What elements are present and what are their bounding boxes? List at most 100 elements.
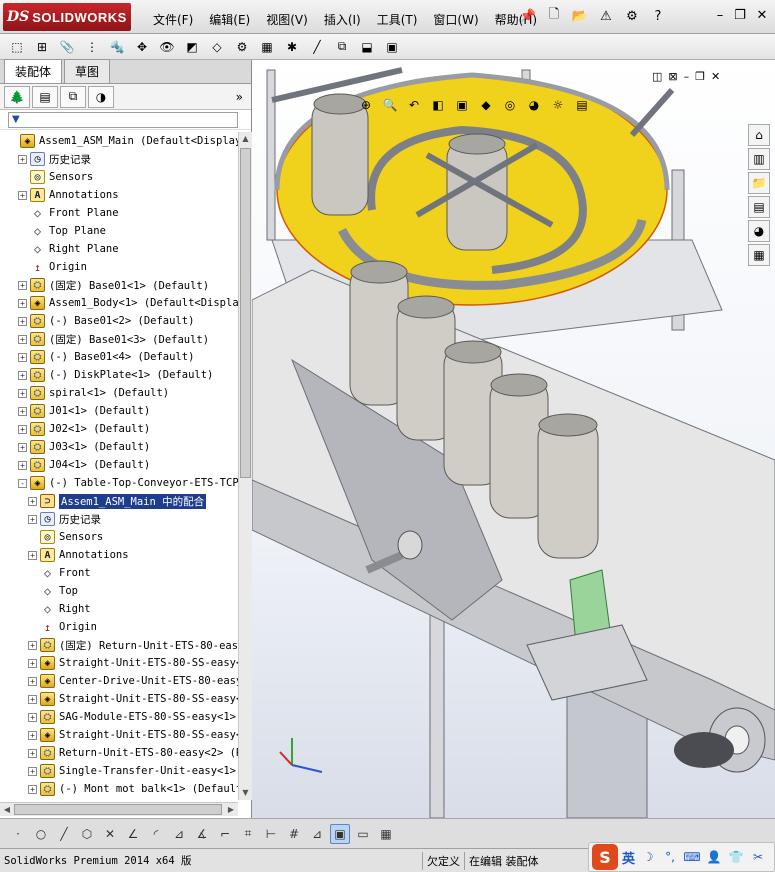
configuration-manager-icon[interactable]: ⧉ (60, 85, 86, 108)
section-view-icon[interactable]: ◧ (428, 95, 448, 115)
feature-manager-tree-icon[interactable]: 🌲 (4, 85, 30, 108)
tree-item[interactable]: ◈ Assem1_ASM_Main (Default<Display S (8, 132, 238, 150)
scroll-left-icon[interactable]: ◀ (0, 803, 14, 816)
scroll-right-icon[interactable]: ▶ (224, 803, 238, 816)
keyboard-icon[interactable]: ⌨ (683, 850, 701, 864)
expand-icon[interactable]: + (18, 352, 27, 362)
expand-icon[interactable]: + (18, 424, 27, 434)
tab-assembly[interactable]: 装配体 (4, 59, 63, 83)
tree-item[interactable]: + ⛭ (固定) Base01<1> (Default) (18, 276, 209, 294)
table-icon[interactable]: ▦ (376, 824, 396, 844)
expand-icon[interactable]: + (28, 766, 37, 776)
appearances-icon[interactable]: ◕ (748, 220, 770, 242)
tab-sketch[interactable]: 草图 (64, 59, 111, 83)
tree-item[interactable]: ◎ Sensors (28, 528, 103, 546)
more-tabs-icon[interactable]: » (236, 90, 243, 104)
tree-item[interactable]: ◇ Top Plane (18, 222, 106, 240)
tree-item[interactable]: + ◈ Straight-Unit-ETS-80-SS-easy< (28, 726, 238, 744)
corner-icon[interactable]: ⌐ (215, 824, 235, 844)
previous-view-icon[interactable]: ↶ (404, 95, 424, 115)
tree-item[interactable]: + ⛭ (固定) Base01<3> (Default) (18, 330, 209, 348)
tree-item[interactable]: + A Annotations (28, 546, 129, 564)
viewport-restore-icon[interactable]: ❐ (695, 70, 705, 83)
expand-icon[interactable]: + (28, 658, 37, 668)
arc-icon[interactable]: ◜ (146, 824, 166, 844)
file-explorer-icon[interactable]: 📁 (748, 172, 770, 194)
custom-properties-icon[interactable]: ▦ (748, 244, 770, 266)
dimension-icon[interactable]: ⊢ (261, 824, 281, 844)
zoom-to-area-icon[interactable]: 🔍 (380, 95, 400, 115)
exploded-view-icon[interactable]: ✱ (281, 36, 303, 58)
scroll-up-icon[interactable]: ▲ (239, 132, 252, 146)
expand-icon[interactable]: + (28, 496, 37, 506)
tree-item[interactable]: + ◷ 历史记录 (18, 150, 91, 168)
tree-item[interactable]: + ◈ Center-Drive-Unit-ETS-80-easy (28, 672, 238, 690)
tree-item[interactable]: + ⛭ SAG-Module-ETS-80-SS-easy<1> (28, 708, 236, 726)
tree-item[interactable]: + ⛭ (-) DiskPlate<1> (Default) (18, 366, 213, 384)
show-hidden-icon[interactable]: 👁 (156, 36, 178, 58)
expand-icon[interactable]: + (28, 784, 37, 794)
expand-icon[interactable]: + (18, 154, 27, 164)
expand-icon[interactable]: + (28, 514, 37, 524)
menu-window[interactable]: 窗口(W) (426, 9, 485, 30)
menu-file[interactable]: 文件(F) (146, 9, 200, 30)
circle-icon[interactable]: ○ (31, 824, 51, 844)
tree-item[interactable]: ◇ Front (28, 564, 91, 582)
view-palette-icon[interactable]: ▤ (748, 196, 770, 218)
tree-item[interactable]: ◇ Front Plane (18, 204, 119, 222)
sogou-logo-icon[interactable]: S (592, 844, 618, 870)
view-orientation-icon[interactable]: ▣ (452, 95, 472, 115)
interference-detection-icon[interactable]: ⧉ (331, 36, 353, 58)
assembly-features-icon[interactable]: ◩ (181, 36, 203, 58)
tree-item[interactable]: ◇ Right (28, 600, 91, 618)
expand-icon[interactable]: + (18, 334, 27, 344)
expand-icon[interactable]: + (28, 730, 37, 740)
viewport-link-icon[interactable]: ⊠ (668, 70, 677, 83)
edit-component-icon[interactable]: ⬚ (6, 36, 28, 58)
expand-icon[interactable]: + (18, 442, 27, 452)
expand-icon[interactable]: + (18, 316, 27, 326)
expand-icon[interactable]: + (28, 676, 37, 686)
insert-components-icon[interactable]: ⊞ (31, 36, 53, 58)
solidworks-resources-icon[interactable]: ⌂ (748, 124, 770, 146)
new-document-icon[interactable]: 🗋 (543, 5, 565, 27)
tree-item[interactable]: + ◈ Assem1_Body<1> (Default<Display (18, 294, 238, 312)
tree-item[interactable]: + ⛭ (固定) Return-Unit-ETS-80-eas (28, 636, 238, 654)
expand-icon[interactable]: + (28, 748, 37, 758)
tree-item[interactable]: ↥ Origin (18, 258, 87, 276)
explode-line-sketch-icon[interactable]: ╱ (306, 36, 328, 58)
half-width-moon-icon[interactable]: ☽ (639, 850, 657, 864)
minimize-button[interactable]: – (711, 8, 729, 23)
zoom-to-fit-icon[interactable]: ⊕ (356, 95, 376, 115)
grid-icon[interactable]: # (284, 824, 304, 844)
tree-item[interactable]: + ⛭ J02<1> (Default) (18, 420, 150, 438)
collapse-icon[interactable]: - (18, 478, 27, 488)
display-style-icon[interactable]: ◆ (476, 95, 496, 115)
viewport-minimize-icon[interactable]: – (684, 70, 690, 83)
rebuild-warning-icon[interactable]: ⚠ (595, 5, 617, 27)
scroll-thumb[interactable] (240, 148, 251, 478)
move-component-icon[interactable]: ✥ (131, 36, 153, 58)
pin-icon[interactable]: 📌 (517, 5, 539, 27)
help-icon[interactable]: ? (647, 5, 669, 27)
tree-item[interactable]: ◎ Sensors (18, 168, 93, 186)
tree-item[interactable]: ↥ Origin (28, 618, 97, 636)
tree-item[interactable]: + ⛭ (-) Base01<4> (Default) (18, 348, 194, 366)
options-icon[interactable]: ⚙ (621, 5, 643, 27)
viewport-split-icon[interactable]: ◫ (652, 70, 662, 83)
expand-icon[interactable]: + (18, 406, 27, 416)
tree-item[interactable]: + ⛭ J03<1> (Default) (18, 438, 150, 456)
open-folder-icon[interactable]: 📂 (569, 5, 591, 27)
expand-icon[interactable]: + (28, 712, 37, 722)
graphics-area[interactable] (252, 60, 775, 818)
apply-scene-icon[interactable]: ☼ (548, 95, 568, 115)
tree-item[interactable]: + ⛭ spiral<1> (Default) (18, 384, 169, 402)
tree-item[interactable]: + ◷ 历史记录 (28, 510, 101, 528)
clearance-verification-icon[interactable]: ⬓ (356, 36, 378, 58)
tree-item[interactable]: + ⛭ Single-Transfer-Unit-easy<1> (28, 762, 236, 780)
expand-icon[interactable]: + (18, 460, 27, 470)
tree-item[interactable]: + ⛭ Return-Unit-ETS-80-easy<2> (R (28, 744, 238, 762)
reference-geometry-icon[interactable]: ◇ (206, 36, 228, 58)
expand-icon[interactable]: + (28, 694, 37, 704)
intersection-icon[interactable]: ✕ (100, 824, 120, 844)
